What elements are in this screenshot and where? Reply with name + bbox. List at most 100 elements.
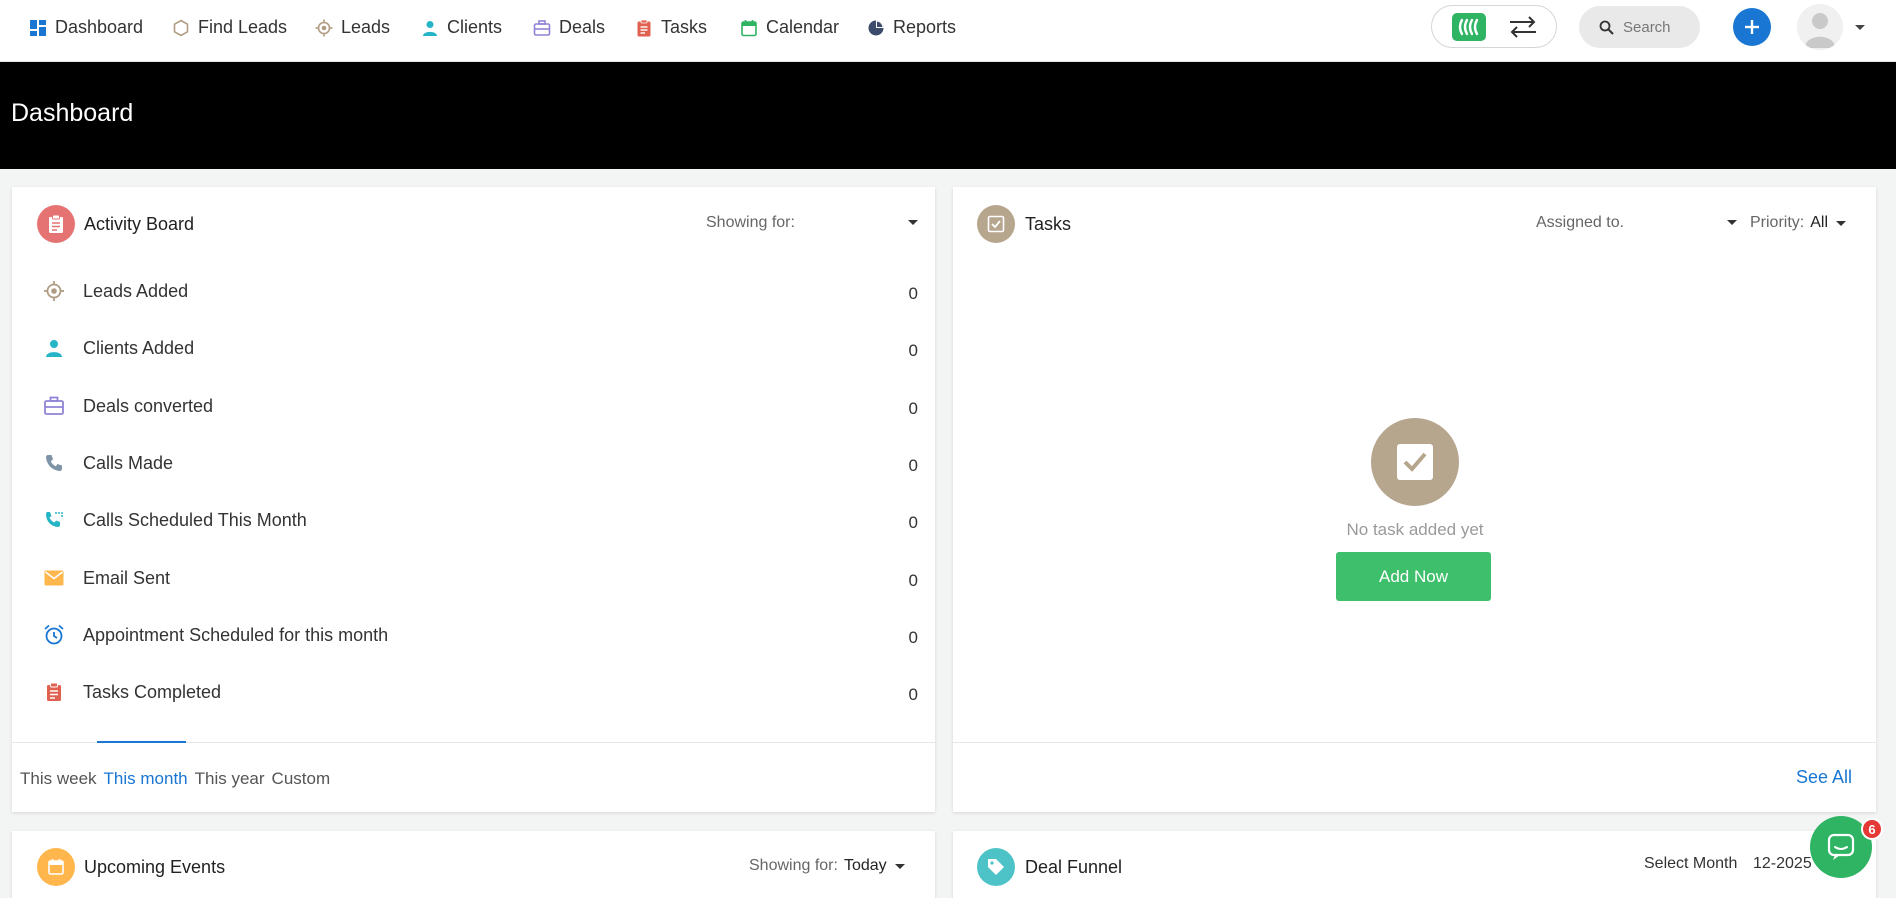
- search-box: [1579, 6, 1700, 48]
- alarm-clock-icon: [44, 624, 64, 645]
- tasks-card-icon: [977, 205, 1015, 243]
- row-label: Calls Scheduled This Month: [83, 510, 307, 530]
- swap-arrows-icon: [1510, 16, 1536, 38]
- add-new-button[interactable]: [1733, 8, 1771, 46]
- app-switch-toggle: [1431, 5, 1557, 48]
- activity-row: Tasks Completed 0: [12, 666, 947, 723]
- clipboard-icon: [637, 19, 651, 36]
- checkbox-icon: [1397, 444, 1433, 480]
- nav-label: Find Leads: [198, 17, 288, 37]
- page-banner: Dashboard: [0, 62, 1896, 169]
- briefcase-icon: [44, 396, 64, 415]
- activity-row: Calls Made 0: [12, 437, 947, 494]
- swap-button[interactable]: [1507, 15, 1539, 39]
- clipboard-icon: [49, 214, 63, 233]
- wave-logo-icon: [1458, 18, 1479, 36]
- row-value: 0: [908, 513, 918, 532]
- nav-clients[interactable]: Clients: [421, 0, 502, 55]
- period-tabs: This week This month This year Custom: [20, 769, 330, 789]
- upcoming-events-card: Upcoming Events Showing for: Today: [12, 831, 935, 898]
- caret-down-icon: [1836, 221, 1847, 226]
- user-avatar[interactable]: [1797, 4, 1843, 50]
- calendar-icon: [741, 19, 757, 36]
- activity-board-title: Activity Board: [84, 214, 195, 234]
- activity-board-icon: [37, 205, 75, 243]
- nav-label: Leads: [341, 17, 391, 37]
- hexagon-icon: [173, 19, 189, 36]
- envelope-icon: [44, 570, 64, 586]
- month-select[interactable]: 12-2025: [1753, 855, 1812, 873]
- row-label: Calls Made: [83, 453, 174, 473]
- tag-icon: [988, 859, 1004, 875]
- nav-reports[interactable]: Reports: [867, 0, 956, 55]
- page-title: Dashboard: [11, 99, 134, 127]
- select-month-label: Select Month: [1644, 855, 1738, 872]
- showing-for-label: Showing for:: [749, 857, 838, 874]
- nav-label: Reports: [893, 17, 957, 37]
- row-value: 0: [908, 628, 918, 647]
- showing-for-label: Showing for:: [706, 214, 795, 231]
- tab-this-week[interactable]: This week: [20, 769, 97, 789]
- plus-icon: [1745, 20, 1759, 34]
- tab-this-month[interactable]: This month: [104, 769, 188, 789]
- upcoming-events-title: Upcoming Events: [84, 857, 226, 877]
- see-all-link[interactable]: See All: [1796, 767, 1852, 788]
- row-label: Deals converted: [83, 396, 214, 416]
- priority-label: Priority:: [1750, 214, 1805, 231]
- row-label: Appointment Scheduled for this month: [83, 625, 389, 645]
- priority-filter[interactable]: Priority: All: [1750, 214, 1848, 232]
- notification-badge: 6: [1861, 818, 1883, 840]
- checkbox-icon: [987, 215, 1005, 233]
- row-value: 0: [908, 571, 918, 590]
- app-logo-button[interactable]: [1452, 13, 1486, 41]
- search-input[interactable]: [1623, 18, 1693, 36]
- chat-bubble-icon: [1827, 833, 1855, 860]
- nav-find-leads[interactable]: Find Leads: [172, 0, 287, 55]
- showing-for-dropdown[interactable]: [872, 209, 920, 235]
- caret-down-icon[interactable]: [1853, 20, 1867, 34]
- target-icon: [44, 281, 64, 301]
- priority-value: All: [1810, 214, 1829, 231]
- caret-down-icon: [894, 864, 905, 869]
- add-task-button[interactable]: Add Now: [1336, 552, 1491, 601]
- divider: [953, 742, 1876, 743]
- nav-label: Deals: [559, 17, 606, 37]
- tasks-title: Tasks: [1025, 214, 1072, 234]
- nav-label: Tasks: [661, 17, 708, 37]
- row-label: Leads Added: [83, 281, 189, 301]
- assigned-to-dropdown[interactable]: [1709, 209, 1739, 235]
- nav-tasks[interactable]: Tasks: [635, 0, 707, 55]
- tab-custom[interactable]: Custom: [272, 769, 331, 789]
- active-tab-indicator: [97, 741, 186, 743]
- row-label: Email Sent: [83, 568, 171, 588]
- activity-board-card: Activity Board Showing for: Leads Added …: [12, 187, 935, 812]
- phone-icon: [46, 455, 62, 471]
- activity-row: Appointment Scheduled for this month 0: [12, 609, 947, 666]
- user-silhouette-icon: [1805, 13, 1835, 48]
- activity-row: Clients Added 0: [12, 322, 947, 379]
- nav-label: Calendar: [766, 17, 840, 37]
- deal-funnel-icon: [977, 848, 1015, 886]
- assigned-to-label: Assigned to.: [1536, 214, 1625, 231]
- phone-scheduled-icon: [46, 512, 63, 527]
- caret-down-icon: [1727, 220, 1737, 225]
- nav-deals[interactable]: Deals: [533, 0, 605, 55]
- empty-tasks-text: No task added yet: [1346, 520, 1484, 539]
- empty-tasks-icon: [1371, 418, 1459, 506]
- activity-row: Leads Added 0: [12, 265, 947, 322]
- calendar-icon: [48, 859, 64, 875]
- activity-row: Calls Scheduled This Month 0: [12, 494, 947, 551]
- row-value: 0: [908, 284, 918, 303]
- events-showing-for-dropdown[interactable]: Showing for: Today: [749, 857, 907, 875]
- tab-this-year[interactable]: This year: [195, 769, 265, 789]
- row-value: 0: [908, 685, 918, 704]
- nav-calendar[interactable]: Calendar: [740, 0, 839, 55]
- row-label: Clients Added: [83, 338, 195, 358]
- nav-dashboard[interactable]: Dashboard: [29, 0, 143, 55]
- clipboard-icon: [47, 682, 61, 701]
- grid-icon: [30, 19, 46, 36]
- row-value: 0: [908, 399, 918, 418]
- briefcase-icon: [533, 19, 551, 36]
- nav-leads[interactable]: Leads: [315, 0, 390, 55]
- nav-label: Dashboard: [55, 17, 144, 37]
